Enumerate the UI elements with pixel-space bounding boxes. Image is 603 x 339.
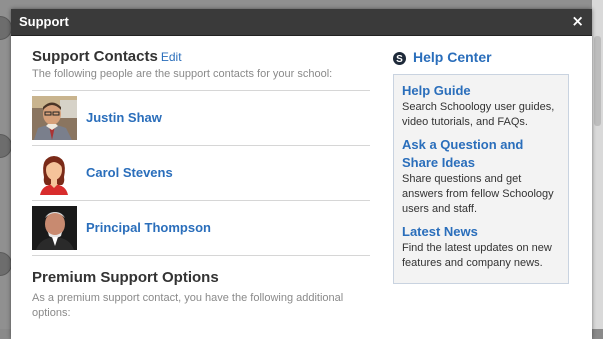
avatar[interactable] <box>32 151 77 195</box>
background-scrollbar[interactable] <box>592 0 603 329</box>
contact-name-link[interactable]: Principal Thompson <box>86 220 211 235</box>
photo-man-glasses-icon <box>32 96 77 140</box>
avatar[interactable] <box>32 96 77 140</box>
ask-question-description: Share questions and get answers from fel… <box>402 173 554 215</box>
contact-row: Justin Shaw <box>32 91 370 146</box>
avatar[interactable] <box>32 206 77 250</box>
support-dialog: Support × Support Contacts Edit The follo… <box>11 9 592 339</box>
background-scrollbar-thumb[interactable] <box>594 36 601 126</box>
premium-support-heading: Premium Support Options <box>32 269 219 286</box>
schoology-s-icon: S <box>393 52 406 65</box>
contact-name-link[interactable]: Carol Stevens <box>86 165 173 180</box>
support-contacts-heading: Support Contacts Edit <box>32 47 370 67</box>
default-female-avatar-icon <box>32 151 77 195</box>
close-icon[interactable]: × <box>571 12 584 30</box>
support-contacts-panel: Support Contacts Edit The following peopl… <box>32 47 370 321</box>
dialog-title: Support <box>19 14 69 29</box>
help-guide-description: Search Schoology user guides, video tuto… <box>402 101 555 128</box>
contact-name-link[interactable]: Justin Shaw <box>86 110 162 125</box>
photo-man-dark-suit-icon <box>32 206 77 250</box>
contact-row: Principal Thompson <box>32 201 370 256</box>
latest-news-description: Find the latest updates on new features … <box>402 242 552 269</box>
support-contacts-description: The following people are the support con… <box>32 68 333 80</box>
help-center-box: Help Guide Search Schoology user guides,… <box>393 74 569 284</box>
dialog-titlebar: Support × <box>11 9 592 36</box>
help-center-panel: S Help Center Help Guide Search Schoolog… <box>393 49 573 284</box>
contact-row: Carol Stevens <box>32 146 370 201</box>
premium-support-section: Premium Support Options As a premium sup… <box>32 268 370 321</box>
ask-question-link[interactable]: Ask a Question and Share Ideas <box>402 136 560 172</box>
edit-link[interactable]: Edit <box>161 50 182 64</box>
help-guide-link[interactable]: Help Guide <box>402 82 560 100</box>
latest-news-link[interactable]: Latest News <box>402 223 560 241</box>
help-center-header: S Help Center <box>393 49 573 69</box>
svg-text:S: S <box>396 54 403 65</box>
support-contacts-heading-text: Support Contacts <box>32 48 158 65</box>
help-center-title[interactable]: Help Center <box>413 49 492 65</box>
premium-support-description: As a premium support contact, you have t… <box>32 292 344 319</box>
